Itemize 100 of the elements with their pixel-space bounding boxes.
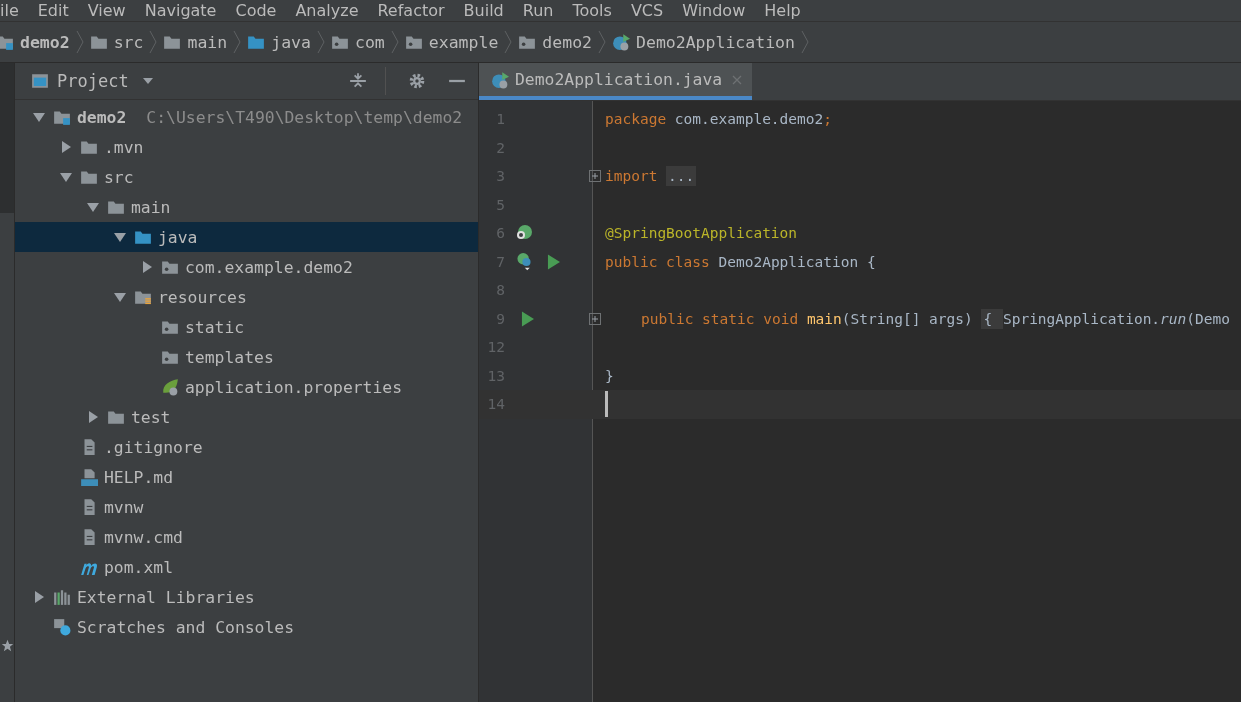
folder-icon	[163, 33, 182, 51]
breadcrumb[interactable]: java	[271, 32, 311, 52]
breadcrumb[interactable]: demo2	[20, 32, 70, 52]
menu-item[interactable]: Window	[682, 0, 746, 20]
code-token: @SpringBootApplication	[605, 225, 798, 242]
menu-item[interactable]: Navigate	[144, 0, 217, 20]
tree-label: application.properties	[185, 377, 403, 397]
code-token: public class	[605, 253, 711, 270]
expand-arrow-icon[interactable]	[60, 141, 72, 153]
tree-item[interactable]: demo2 C:\Users\T490\Desktop\temp\demo2	[15, 102, 478, 132]
fold-icon[interactable]	[589, 312, 601, 325]
code-token: {	[981, 308, 1003, 329]
folder-icon	[247, 33, 266, 51]
package-icon	[161, 258, 179, 276]
tree-label: .gitignore	[104, 437, 203, 457]
tree-item[interactable]: HELP.md	[15, 462, 478, 492]
run-icon[interactable]	[547, 253, 560, 270]
expand-arrow-icon[interactable]	[33, 111, 45, 123]
class-icon	[612, 33, 630, 51]
tree-item[interactable]: .mvn	[15, 132, 478, 162]
tree-item[interactable]: main	[15, 192, 478, 222]
tree-item[interactable]: External Libraries	[15, 582, 478, 612]
chevron-icon	[75, 30, 84, 54]
breadcrumb[interactable]: com	[355, 32, 385, 52]
panel-title[interactable]: Project	[57, 71, 129, 91]
tree-item[interactable]: application.properties	[15, 372, 478, 402]
menu-item[interactable]: Help	[764, 0, 801, 20]
tree-item[interactable]: resources	[15, 282, 478, 312]
tree-item[interactable]: src	[15, 162, 478, 192]
menu-item[interactable]: Tools	[572, 0, 612, 20]
code-token: ;	[823, 111, 832, 128]
breadcrumb[interactable]: Demo2Application	[636, 32, 795, 52]
tree-item[interactable]: test	[15, 402, 478, 432]
run-icon[interactable]	[521, 310, 534, 327]
fold-icon[interactable]	[589, 170, 601, 183]
expand-arrow-icon[interactable]	[114, 291, 126, 303]
tree-label: External Libraries	[77, 587, 255, 607]
scratch-icon	[53, 618, 71, 636]
tree-item[interactable]: java	[15, 222, 478, 252]
folder-icon	[80, 138, 98, 156]
code-token: Demo2Application {	[718, 253, 876, 270]
tree-label: resources	[158, 287, 247, 307]
bean-icon[interactable]	[515, 252, 533, 271]
tree-label: Scratches and Consoles	[77, 617, 295, 637]
package-icon	[161, 348, 179, 366]
tree-item[interactable]: mvnw.cmd	[15, 522, 478, 552]
tree-label: com.example.demo2	[185, 257, 353, 277]
menu-item[interactable]: View	[87, 0, 126, 20]
menu-item[interactable]: Refactor	[377, 0, 445, 20]
expand-arrow-icon[interactable]	[87, 201, 99, 213]
menu-item[interactable]: Code	[235, 0, 277, 20]
tree-item[interactable]: static	[15, 312, 478, 342]
settings-icon[interactable]	[408, 72, 426, 90]
menu-item[interactable]: VCS	[630, 0, 664, 20]
tree-item[interactable]: templates	[15, 342, 478, 372]
package-icon	[331, 33, 349, 51]
expand-arrow-icon[interactable]	[33, 591, 45, 603]
tree-label: HELP.md	[104, 467, 174, 487]
star-icon[interactable]	[0, 639, 14, 652]
tree-label: .mvn	[104, 137, 144, 157]
tree-item[interactable]: Scratches and Consoles	[15, 612, 478, 642]
chevron-icon	[390, 30, 399, 54]
chevron-icon	[800, 30, 809, 54]
collapse-icon[interactable]	[349, 72, 367, 90]
folder-icon	[107, 198, 125, 216]
class-icon	[491, 70, 509, 89]
caret-icon[interactable]	[142, 78, 153, 84]
breadcrumb[interactable]: main	[187, 32, 228, 52]
code-token: public static void	[641, 310, 800, 327]
tree-item[interactable]: pom.xml	[15, 552, 478, 582]
folder-icon	[80, 168, 98, 186]
menu-item[interactable]: Analyze	[295, 0, 359, 20]
menu-item[interactable]: Edit	[37, 0, 69, 20]
tree-item[interactable]: com.example.demo2	[15, 252, 478, 282]
breadcrumb[interactable]: src	[113, 32, 144, 52]
chevron-icon	[233, 30, 242, 54]
expand-arrow-icon[interactable]	[60, 171, 72, 183]
code-token: package	[605, 111, 668, 128]
editor-tab[interactable]: Demo2Application.java	[479, 63, 753, 100]
expand-arrow-icon[interactable]	[114, 231, 126, 243]
library-icon	[53, 588, 71, 606]
leaf-icon	[161, 378, 179, 396]
tree-label: pom.xml	[104, 557, 174, 577]
tree-item[interactable]: mvnw	[15, 492, 478, 522]
tree-label: java	[158, 227, 198, 247]
tree-label: mvnw.cmd	[104, 527, 183, 547]
expand-arrow-icon[interactable]	[87, 411, 99, 423]
chevron-icon	[504, 30, 513, 54]
menu-item[interactable]: Build	[463, 0, 504, 20]
breadcrumb[interactable]: example	[428, 32, 499, 52]
breadcrumb[interactable]: demo2	[542, 32, 592, 52]
tree-item[interactable]: .gitignore	[15, 432, 478, 462]
resources-folder-icon	[134, 288, 152, 306]
chevron-icon	[317, 30, 325, 54]
tree-label: test	[131, 407, 171, 427]
text-cursor	[605, 391, 608, 418]
expand-arrow-icon[interactable]	[141, 261, 153, 273]
menu-item[interactable]: Run	[522, 0, 554, 20]
menu-item[interactable]: ile	[0, 0, 19, 20]
tree-label: demo2	[77, 107, 127, 127]
